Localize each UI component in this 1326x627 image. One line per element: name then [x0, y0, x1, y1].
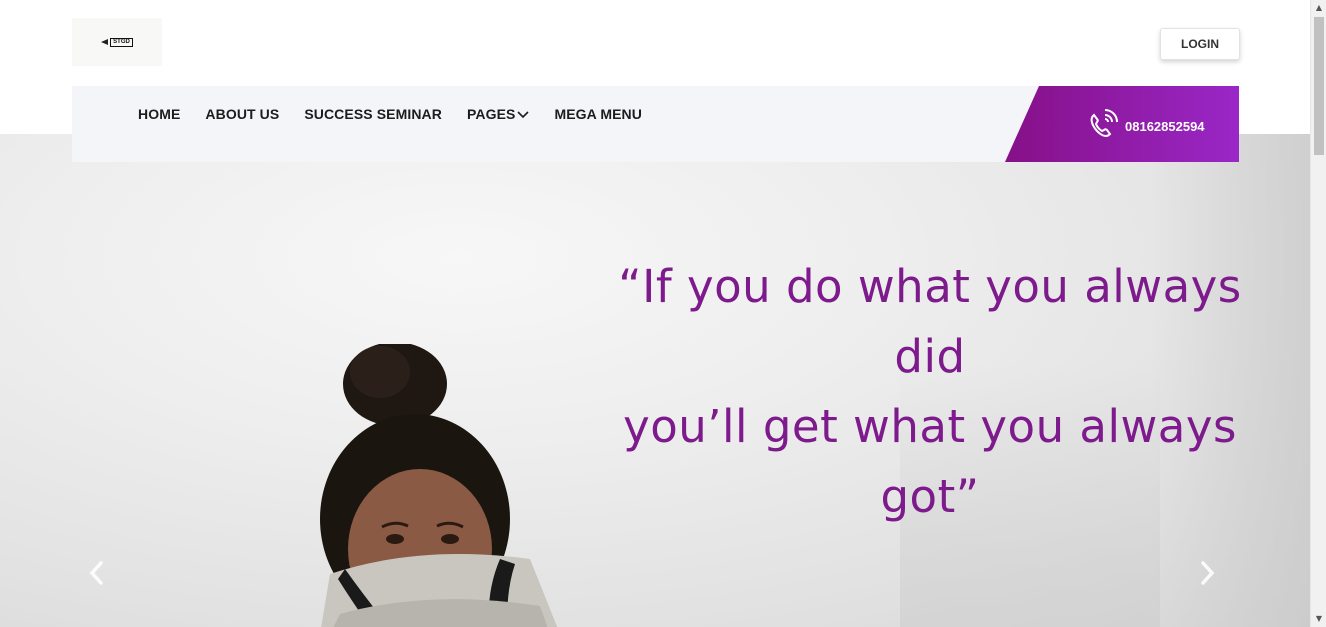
slider-next-button[interactable] — [1200, 559, 1216, 594]
logo-text: STGD — [110, 37, 133, 47]
nav-item-about-us[interactable]: ABOUT US — [205, 106, 279, 122]
nav-item-pages[interactable]: PAGES — [466, 106, 530, 122]
chevron-down-icon — [517, 111, 530, 119]
nav-item-home[interactable]: HOME — [138, 106, 180, 122]
page-scrollbar[interactable]: ▲ ▼ — [1310, 0, 1326, 627]
chevron-right-icon — [1201, 561, 1215, 585]
phone-number: 08162852594 — [1125, 118, 1205, 134]
phone-contact[interactable]: 08162852594 — [1005, 86, 1239, 162]
hero-quote-line-1: “If you do what you always did — [618, 260, 1242, 383]
chevron-left-icon — [89, 561, 103, 585]
scroll-down-arrow-icon[interactable]: ▼ — [1311, 611, 1326, 627]
nav-item-label: MEGA MENU — [554, 106, 642, 122]
site-logo[interactable]: STGD — [72, 18, 162, 66]
login-button[interactable]: LOGIN — [1160, 28, 1240, 60]
logo-mark: STGD — [101, 37, 133, 47]
hero-image-person — [320, 344, 558, 627]
hero-quote: “If you do what you always did you’ll ge… — [590, 252, 1270, 532]
main-nav: HOME ABOUT US SUCCESS SEMINAR PAGES MEGA… — [72, 86, 1239, 162]
phone-contact-inner: 08162852594 — [1085, 106, 1205, 142]
nav-item-mega-menu[interactable]: MEGA MENU — [554, 106, 642, 122]
slider-prev-button[interactable] — [88, 559, 104, 594]
nav-item-label: SUCCESS SEMINAR — [304, 106, 442, 122]
logo-arrow-icon — [101, 39, 109, 45]
nav-item-label: HOME — [138, 106, 181, 122]
nav-item-label: PAGES — [466, 106, 516, 122]
nav-item-success-seminar[interactable]: SUCCESS SEMINAR — [304, 106, 442, 122]
hero-quote-line-2: you’ll get what you always got” — [623, 400, 1237, 523]
phone-ringing-icon — [1090, 109, 1118, 138]
scrollbar-thumb[interactable] — [1314, 17, 1324, 155]
hero-slider: “If you do what you always did you’ll ge… — [0, 134, 1310, 627]
nav-menu: HOME ABOUT US SUCCESS SEMINAR PAGES MEGA… — [138, 106, 667, 122]
nav-item-label: ABOUT US — [205, 106, 280, 122]
scroll-up-arrow-icon[interactable]: ▲ — [1311, 0, 1326, 16]
